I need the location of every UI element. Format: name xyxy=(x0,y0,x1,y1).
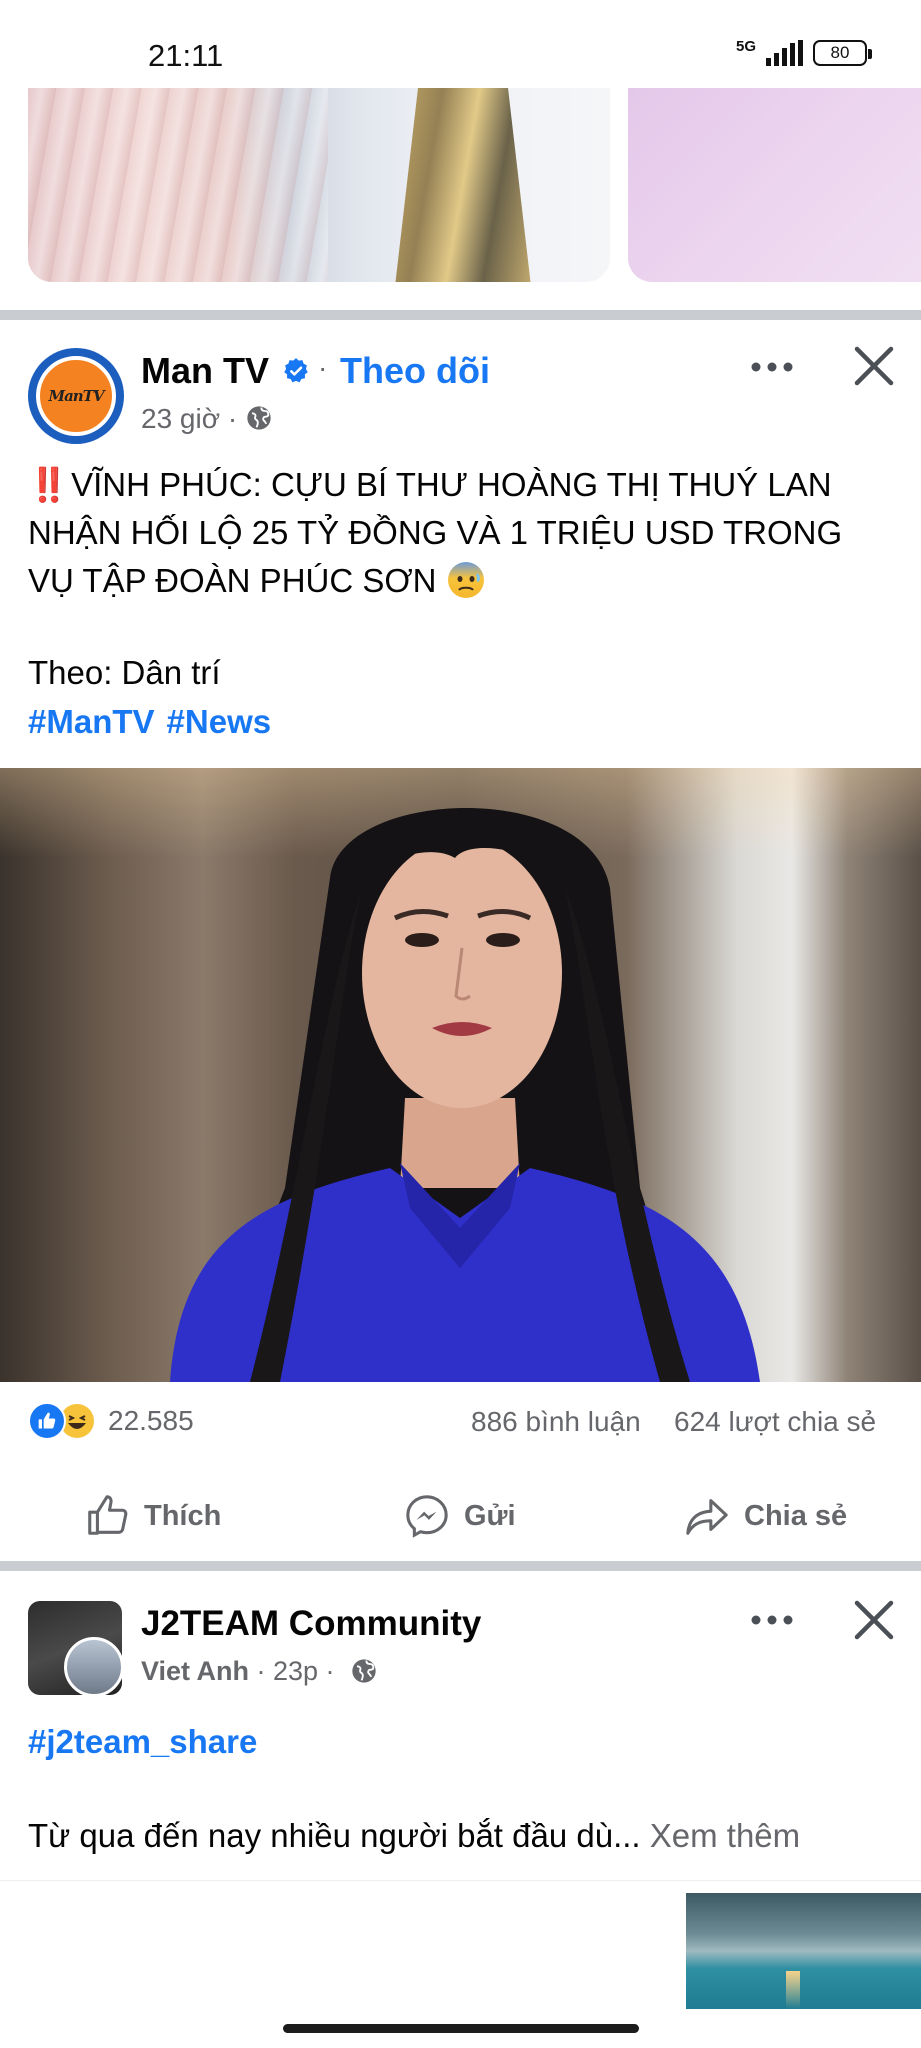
network-type: 5G xyxy=(735,38,756,55)
battery-level: 80 xyxy=(830,43,850,62)
comment-count[interactable]: 886 bình luận xyxy=(471,1406,641,1438)
share-button[interactable]: Chia sẻ xyxy=(684,1480,847,1552)
signal-icon xyxy=(766,40,803,66)
post-message-line-1: ‼️ VĨNH PHÚC: CỰU BÍ THƯ HOÀNG THỊ THUÝ L… xyxy=(28,466,832,503)
page-name[interactable]: Man TV xyxy=(141,350,269,392)
globe-icon xyxy=(352,1659,376,1683)
hashtag-link[interactable]: #j2team_share xyxy=(28,1723,257,1761)
share-arrow-icon xyxy=(686,1499,728,1535)
like-reaction-icon xyxy=(28,1402,66,1440)
post-message: Từ qua đến nay nhiều người bắt đầu dù...… xyxy=(28,1817,800,1855)
post-time[interactable]: 23 giờ · xyxy=(141,403,237,435)
feed-divider xyxy=(0,1561,921,1571)
status-time: 21:11 xyxy=(148,38,224,73)
battery-icon: 80 xyxy=(813,40,872,66)
previous-post-media xyxy=(0,88,921,310)
post-photo[interactable] xyxy=(0,768,921,1382)
avatar-logo-text: ManTV xyxy=(48,387,104,405)
portrait-illustration xyxy=(170,808,760,1382)
post-message-text: Từ qua đến nay nhiều người bắt đầu dù... xyxy=(28,1817,641,1854)
send-label: Gửi xyxy=(464,1499,516,1532)
post-action-bar: Thích Gửi Chia sẻ xyxy=(0,1480,921,1552)
see-more-link[interactable]: Xem thêm xyxy=(641,1817,800,1854)
more-horizontal-icon[interactable] xyxy=(748,1610,796,1630)
share-label: Chia sẻ xyxy=(744,1499,848,1532)
close-icon[interactable] xyxy=(852,344,896,388)
reaction-count: 22.585 xyxy=(108,1405,194,1436)
share-count[interactable]: 624 lượt chia sẻ xyxy=(674,1406,876,1438)
reaction-summary[interactable]: 22.585 xyxy=(28,1402,194,1440)
messenger-icon xyxy=(406,1495,448,1538)
post-media-thumbnail[interactable] xyxy=(686,1893,921,2009)
previous-media-card[interactable] xyxy=(28,88,610,282)
group-avatar[interactable] xyxy=(28,1601,122,1695)
group-name[interactable]: J2TEAM Community xyxy=(141,1604,481,1644)
post-message: ‼️ VĨNH PHÚC: CỰU BÍ THƯ HOÀNG THỊ THUÝ L… xyxy=(28,461,898,605)
page-avatar[interactable]: ManTV xyxy=(28,348,124,444)
anxious-face-emoji-icon xyxy=(447,562,484,598)
home-indicator[interactable] xyxy=(283,2024,639,2033)
hashtag-link[interactable]: #News xyxy=(167,703,272,740)
send-button[interactable]: Gửi xyxy=(404,1480,516,1552)
thumbs-up-icon xyxy=(88,1495,128,1535)
post-author[interactable]: Viet Anh xyxy=(141,1656,249,1686)
like-label: Thích xyxy=(144,1499,222,1532)
post-time[interactable]: · 23p · xyxy=(249,1656,335,1686)
post-author-line: Viet Anh · 23p · xyxy=(141,1656,335,1687)
globe-icon xyxy=(247,406,271,430)
like-button[interactable]: Thích xyxy=(84,1480,221,1552)
close-icon[interactable] xyxy=(852,1598,896,1642)
post-message-line-2: NHẬN HỐI LỘ 25 TỶ ĐỒNG VÀ 1 TRIỆU USD TR… xyxy=(28,514,843,551)
feed-divider xyxy=(0,310,921,320)
status-indicators: 5G 80 xyxy=(735,38,872,66)
more-horizontal-icon[interactable] xyxy=(748,357,796,377)
hashtag-link[interactable]: #ManTV xyxy=(28,703,155,740)
previous-media-card-2[interactable] xyxy=(628,88,921,282)
double-exclamation-emoji: ‼️ xyxy=(28,466,69,503)
post-hashtags: #ManTV #News xyxy=(28,703,283,741)
follow-button[interactable]: Theo dõi xyxy=(340,350,490,392)
author-avatar[interactable] xyxy=(64,1637,122,1695)
status-bar: 21:11 5G 80 xyxy=(0,0,921,88)
post-source: Theo: Dân trí xyxy=(28,654,221,691)
verified-badge-icon xyxy=(284,358,308,383)
header-separator: · xyxy=(318,352,328,383)
post-message-line-3: VỤ TẬP ĐOÀN PHÚC SƠN xyxy=(28,557,898,605)
